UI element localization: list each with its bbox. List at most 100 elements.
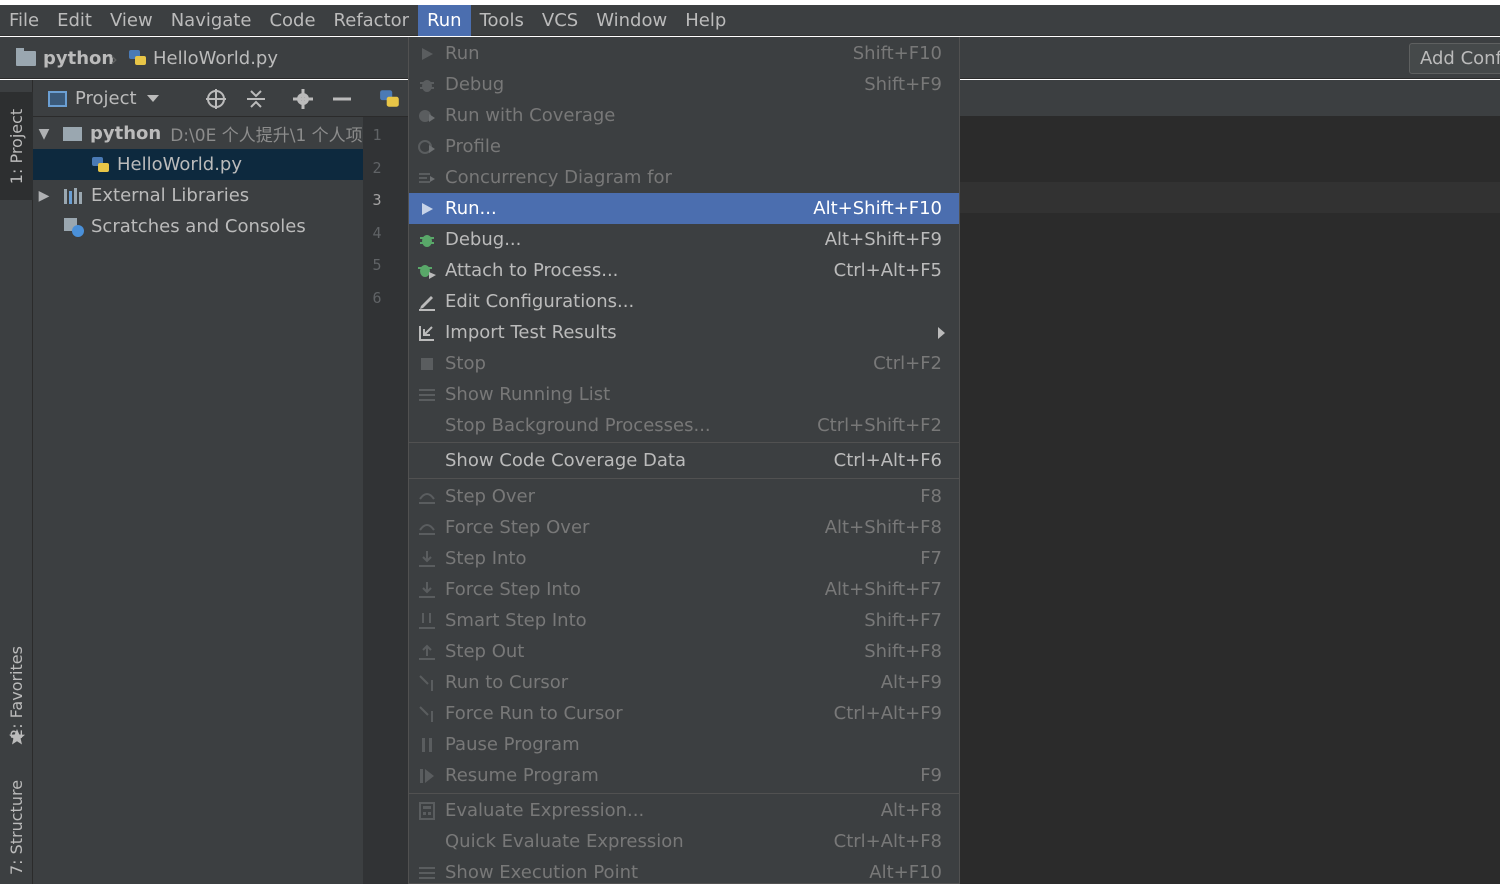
breadcrumb-file-label: HelloWorld.py (153, 47, 279, 69)
tree-node-python-path: D:\0E 个人提升\1 个人项 (170, 126, 363, 146)
tree-node-scratches-label: Scratches and Consoles (91, 216, 306, 237)
menu-item-label: Show Running List (445, 384, 611, 405)
menu-item-label: Import Test Results (445, 322, 617, 343)
project-tree: ▼ python D:\0E 个人提升\1 个人项 HelloWorld.py … (33, 117, 363, 884)
menu-item-shortcut: Alt+F10 (869, 862, 942, 883)
stop-icon (409, 348, 445, 379)
menu-item-label: Step Into (445, 548, 527, 569)
expanded-arrow-icon[interactable]: ▼ (33, 126, 55, 142)
minimize-icon[interactable] (331, 88, 353, 110)
menu-item-shortcut: Shift+F7 (864, 610, 942, 631)
menu-code[interactable]: Code (260, 5, 324, 36)
menu-help[interactable]: Help (676, 5, 735, 36)
tree-node-python[interactable]: ▼ python D:\0E 个人提升\1 个人项 (33, 118, 363, 149)
menu-item-force-step-over[interactable]: Force Step Over Alt+Shift+F8 (409, 512, 959, 543)
line-number: 3 (372, 191, 382, 209)
menu-item-shortcut: Ctrl+F2 (873, 353, 942, 374)
menu-item-label: Show Code Coverage Data (445, 450, 687, 471)
menu-item-label: Force Step Into (445, 579, 581, 600)
menu-item-stop-background-processes[interactable]: Stop Background Processes... Ctrl+Shift+… (409, 410, 959, 441)
menu-item-label: Resume Program (445, 765, 599, 786)
menu-item-debug-dialog[interactable]: Debug... Alt+Shift+F9 (409, 224, 959, 255)
menu-run[interactable]: Run (418, 4, 471, 36)
line-number: 5 (372, 256, 382, 274)
menu-item-step-over[interactable]: Step Over F8 (409, 481, 959, 512)
menu-item-run-dialog[interactable]: Run... Alt+Shift+F10 (409, 193, 959, 224)
tool-tab-structure[interactable]: 7: Structure (0, 770, 33, 884)
menu-edit[interactable]: Edit (48, 5, 101, 36)
menu-item-shortcut: Alt+Shift+F10 (813, 198, 942, 219)
list-icon (409, 379, 445, 410)
menu-item-show-code-coverage-data[interactable]: Show Code Coverage Data Ctrl+Alt+F6 (409, 445, 959, 476)
menu-tools[interactable]: Tools (471, 5, 533, 36)
menu-item-force-step-into[interactable]: Force Step Into Alt+Shift+F7 (409, 574, 959, 605)
scratches-icon (64, 217, 84, 237)
menu-item-quick-evaluate-expression[interactable]: Quick Evaluate Expression Ctrl+Alt+F8 (409, 826, 959, 857)
add-configuration-button[interactable]: Add Configuration... (1409, 43, 1500, 74)
menu-item-resume-program[interactable]: Resume Program F9 (409, 760, 959, 791)
menu-item-label: Profile (445, 136, 501, 157)
menu-item-evaluate-expression[interactable]: Evaluate Expression... Alt+F8 (409, 795, 959, 826)
menu-item-label: Edit Configurations... (445, 291, 635, 312)
menu-item-attach-to-process[interactable]: Attach to Process... Ctrl+Alt+F5 (409, 255, 959, 286)
tree-node-helloworld[interactable]: HelloWorld.py (33, 149, 363, 180)
breadcrumb-project[interactable]: python (16, 37, 114, 79)
tree-node-python-label: python (90, 123, 162, 144)
collapse-all-icon[interactable] (245, 88, 267, 110)
project-panel-header: Project (33, 80, 363, 117)
menu-item-run-with-coverage[interactable]: Run with Coverage (409, 100, 959, 131)
menu-vcs[interactable]: VCS (533, 5, 587, 36)
attach-icon (409, 255, 445, 286)
folder-icon (63, 126, 82, 141)
project-view-selector[interactable]: Project (48, 80, 159, 117)
menu-item-smart-step-into[interactable]: Smart Step Into Shift+F7 (409, 605, 959, 636)
force-step-over-icon (409, 512, 445, 543)
menu-item-label: Smart Step Into (445, 610, 587, 631)
run-dropdown-menu: Run Shift+F10 Debug Shift+F9 Run with Co… (408, 37, 960, 884)
menu-view[interactable]: View (101, 5, 162, 36)
menu-item-shortcut: Alt+F9 (880, 672, 942, 693)
chevron-down-icon (146, 95, 159, 102)
menu-item-pause-program[interactable]: Pause Program (409, 729, 959, 760)
menu-item-step-into[interactable]: Step Into F7 (409, 543, 959, 574)
menu-item-shortcut: Alt+Shift+F7 (824, 579, 942, 600)
menu-item-label: Concurrency Diagram for (445, 167, 672, 188)
menu-item-force-run-to-cursor[interactable]: Force Run to Cursor Ctrl+Alt+F9 (409, 698, 959, 729)
line-number: 6 (372, 289, 382, 307)
menu-item-run-to-cursor[interactable]: Run to Cursor Alt+F9 (409, 667, 959, 698)
menu-refactor[interactable]: Refactor (325, 5, 419, 36)
submenu-arrow-icon (938, 326, 945, 339)
menu-item-show-running-list[interactable]: Show Running List (409, 379, 959, 410)
menu-item-step-out[interactable]: Step Out Shift+F8 (409, 636, 959, 667)
menu-item-import-test-results[interactable]: Import Test Results (409, 317, 959, 348)
menu-item-stop[interactable]: Stop Ctrl+F2 (409, 348, 959, 379)
step-out-icon (409, 636, 445, 667)
collapsed-arrow-icon[interactable]: ▶ (33, 188, 55, 204)
tree-node-external-libraries[interactable]: ▶ External Libraries (33, 180, 363, 211)
python-file-icon[interactable] (379, 88, 401, 110)
menu-item-profile[interactable]: Profile (409, 131, 959, 162)
menu-navigate[interactable]: Navigate (162, 5, 261, 36)
menu-file[interactable]: File (0, 5, 48, 36)
menu-separator (409, 478, 959, 479)
menu-item-run[interactable]: Run Shift+F10 (409, 38, 959, 69)
tool-tab-favorites-label: 2: Favorites (7, 645, 26, 739)
tool-tab-project[interactable]: 1: Project (0, 92, 33, 200)
menu-item-debug[interactable]: Debug Shift+F9 (409, 69, 959, 100)
concurrency-icon (409, 162, 445, 193)
project-view-label: Project (75, 88, 137, 109)
menu-item-label: Run with Coverage (445, 105, 616, 126)
tree-node-scratches[interactable]: Scratches and Consoles (33, 211, 363, 242)
menu-item-shortcut: F9 (920, 765, 942, 786)
menu-item-show-execution-point[interactable]: Show Execution Point Alt+F10 (409, 857, 959, 883)
locate-icon[interactable] (205, 88, 227, 110)
breadcrumb-file[interactable]: HelloWorld.py (128, 37, 278, 79)
menu-item-shortcut: Alt+Shift+F8 (824, 517, 942, 538)
menu-item-concurrency-diagram[interactable]: Concurrency Diagram for (409, 162, 959, 193)
star-icon (9, 729, 25, 745)
menu-window[interactable]: Window (587, 5, 676, 36)
menu-item-edit-configurations[interactable]: Edit Configurations... (409, 286, 959, 317)
pause-icon (409, 729, 445, 760)
gear-icon[interactable] (292, 88, 314, 110)
menu-item-label: Debug (445, 74, 505, 95)
